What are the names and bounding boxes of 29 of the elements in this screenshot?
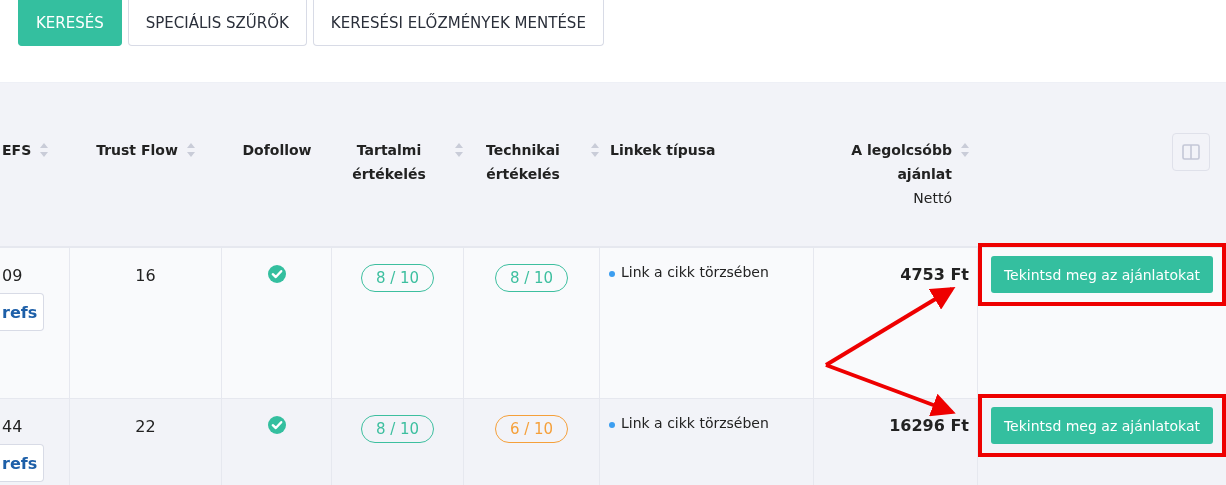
link-type: Link a cikk törzsében [621, 264, 769, 280]
bullet-icon [609, 422, 615, 428]
column-header: Technikai értékelés [485, 141, 561, 184]
column-header: Dofollow [242, 141, 312, 160]
columns-button[interactable] [1172, 133, 1210, 171]
table-cell-text: 44 [2, 416, 23, 436]
columns-icon [1182, 144, 1200, 160]
refs-button[interactable]: refs [0, 293, 45, 331]
refs-button[interactable]: refs [0, 444, 45, 482]
table-cell-text: 22 [135, 416, 156, 436]
price: 4753 Ft [900, 265, 969, 284]
link-type: Link a cikk törzsében [621, 415, 769, 431]
column-header: Tartalmi értékelés [351, 141, 427, 184]
sort-icon[interactable] [39, 142, 50, 158]
sort-icon[interactable] [454, 142, 464, 158]
tab[interactable]: KERESÉSI ELŐZMÉNYEK MENTÉSE [312, 0, 604, 46]
sort-icon[interactable] [590, 142, 600, 158]
column-header: Linkek típusa [610, 141, 716, 160]
column-header: A legolcsóbb ajánlat [850, 141, 952, 184]
sort-icon[interactable] [960, 142, 970, 158]
tab[interactable]: SPECIÁLIS SZŰRŐK [127, 0, 307, 46]
table-cell-text: 16 [135, 265, 156, 285]
sort-icon[interactable] [185, 142, 196, 158]
table-cell-text: 09 [2, 265, 23, 285]
column-header: Trust Flow [96, 141, 178, 160]
price: 16296 Ft [889, 416, 969, 435]
bullet-icon [609, 271, 615, 277]
column-header: EFS [2, 141, 32, 160]
column-subheader: Nettó [913, 189, 952, 208]
